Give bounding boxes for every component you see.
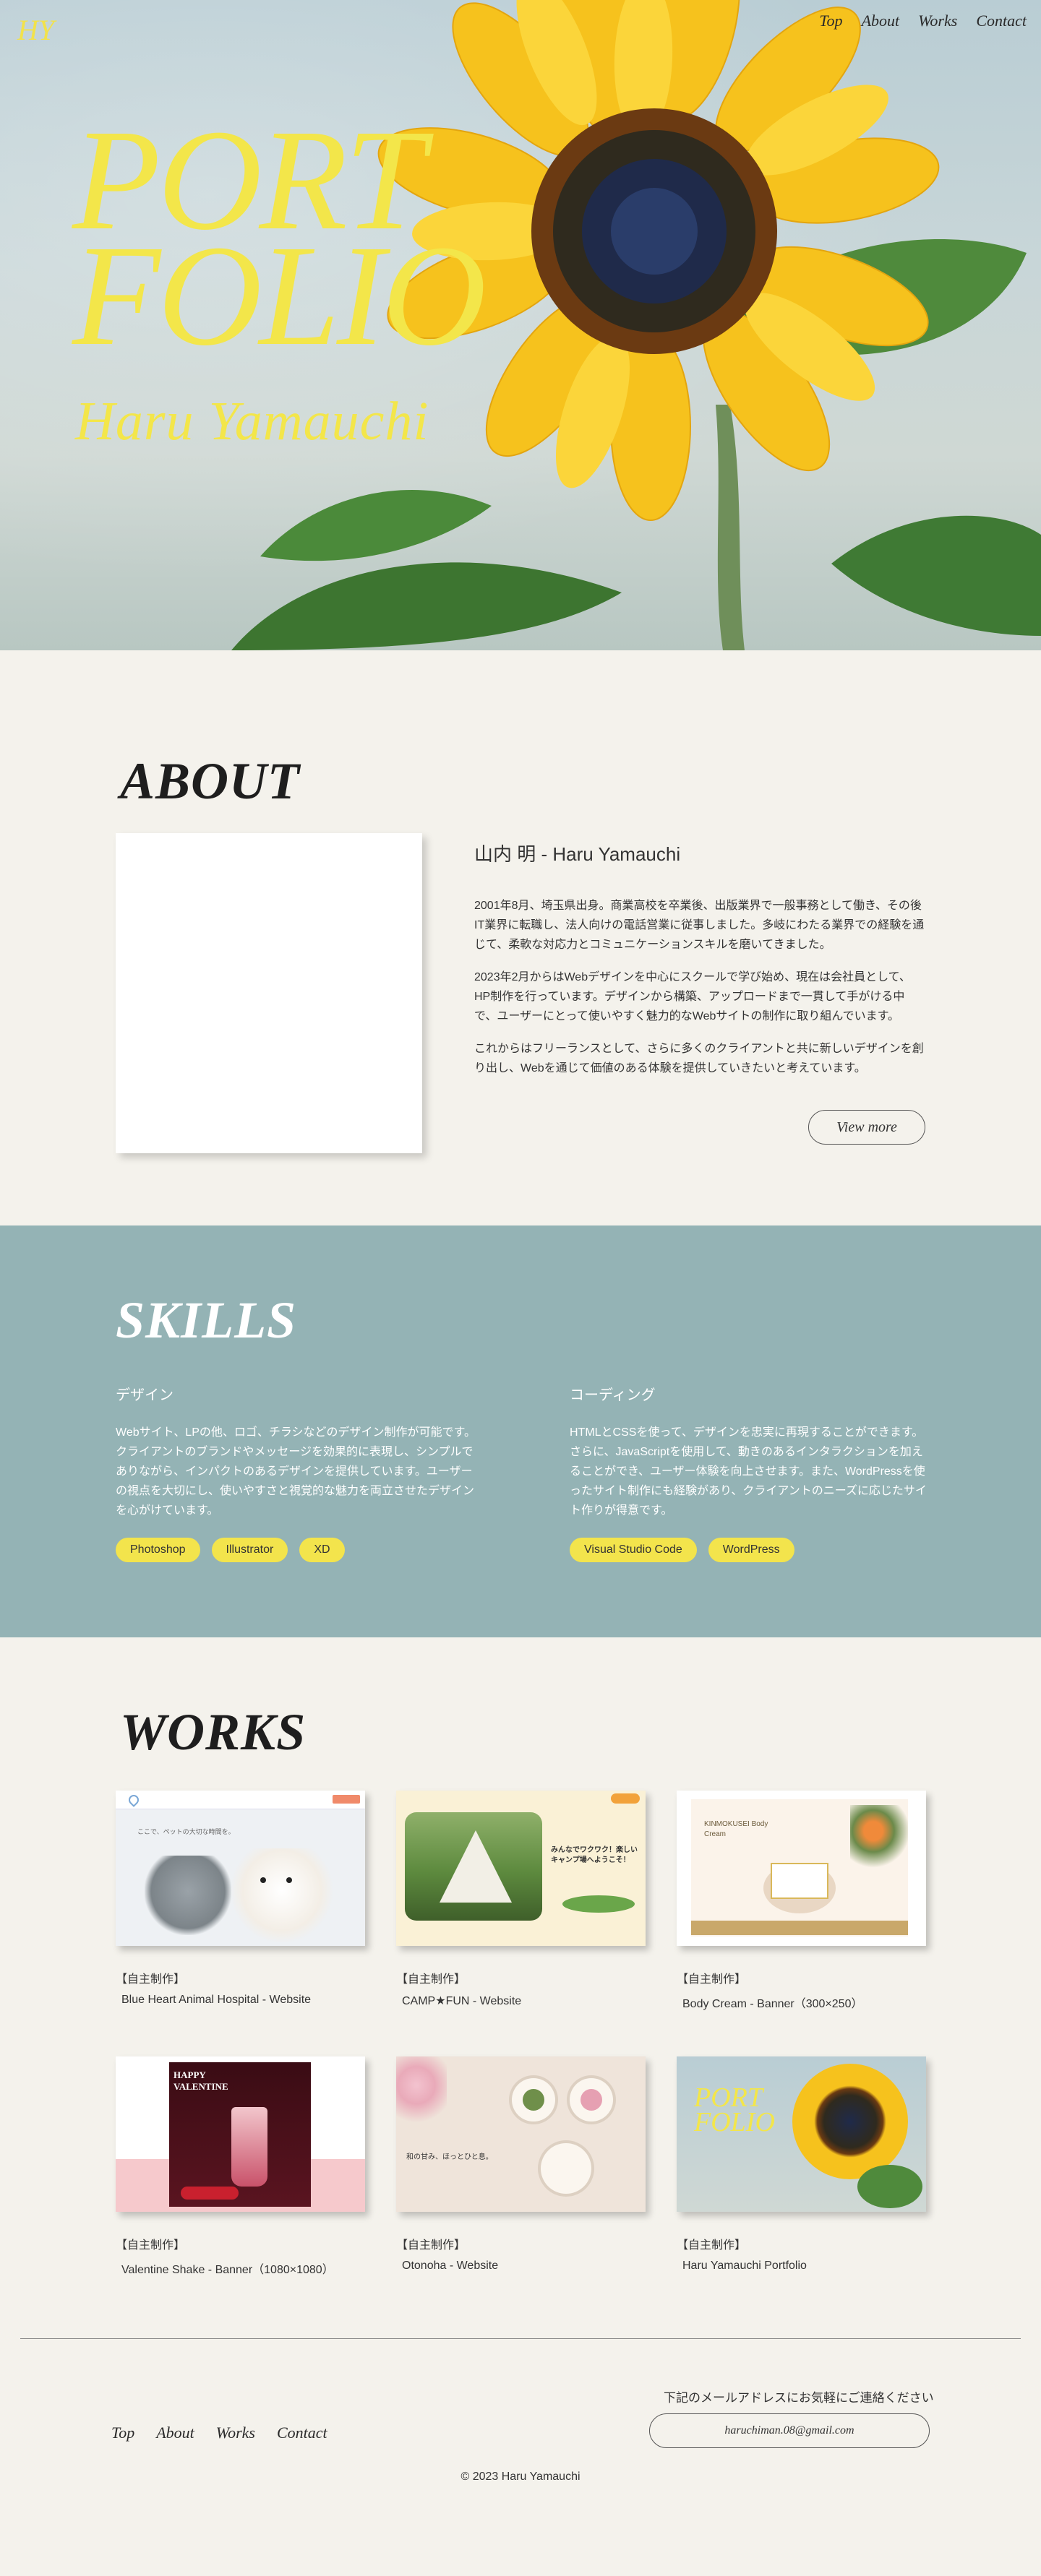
thumb-caption: PORT FOLIO — [694, 2082, 775, 2137]
work-thumbnail[interactable]: KINMOKUSEI Body Cream — [677, 1791, 926, 1946]
thumb-caption: みんなでワクワク！楽しいキャンプ場へようこそ！ — [551, 1846, 638, 1864]
work-thumbnail[interactable]: ここで、ペットの大切な時間を。 — [116, 1791, 365, 1946]
work-tag: 【自主制作】 — [677, 2239, 747, 2252]
thumb-caption: 和の甘み、ほっとひと息。 — [406, 2153, 493, 2161]
view-more-button[interactable]: View more — [808, 1110, 925, 1145]
footer-link-top[interactable]: Top — [111, 2424, 134, 2442]
work-tag: 【自主制作】 — [116, 1973, 186, 1986]
work-card-camp-fun[interactable]: みんなでワクワク！楽しいキャンプ場へようこそ！ 【自主制作】 CAMP★FUN … — [396, 1791, 646, 2008]
skill-column-coding: コーディング HTMLとCSSを使って、デザインを忠実に再現することができます。… — [570, 1383, 931, 1562]
skill-tag: Photoshop — [116, 1538, 200, 1562]
profile-bio: 2001年8月、埼玉県出身。商業高校を卒業後、出版業界で一般事務として働き、その… — [474, 896, 925, 1091]
work-tag: 【自主制作】 — [677, 1973, 747, 1986]
skill-column-design: デザイン Webサイト、LPの他、ロゴ、チラシなどのデザイン制作が可能です。クラ… — [116, 1383, 477, 1562]
works-section: WORKS ここで、ペットの大切な時間を。 【自主制作】 Blue Heart … — [0, 1637, 1041, 2338]
copyright: © 2023 Haru Yamauchi — [460, 2471, 581, 2483]
bio-paragraph: 2023年2月からはWebデザインを中心にスクールで学び始め、現在は会社員として… — [474, 971, 911, 1022]
works-title: WORKS — [120, 1703, 307, 1761]
footer-divider — [20, 2338, 1021, 2339]
hero-title-line-2: FOLIO — [72, 216, 487, 376]
profile-name: 山内 明 - Haru Yamauchi — [474, 843, 681, 865]
contact-label: 下記のメールアドレスにお気軽にご連絡ください — [664, 2391, 934, 2405]
site-logo[interactable]: HY — [17, 13, 54, 47]
skill-description: Webサイト、LPの他、ロゴ、チラシなどのデザイン制作が可能です。クライアントの… — [116, 1426, 476, 1517]
hero-name: Haru Yamauchi — [75, 391, 429, 452]
nav-link-top[interactable]: Top — [819, 12, 842, 30]
work-thumbnail[interactable]: PORT FOLIO — [677, 2056, 926, 2212]
header-nav: Top About Works Contact — [819, 12, 1027, 30]
work-thumbnail[interactable]: みんなでワクワク！楽しいキャンプ場へようこそ！ — [396, 1791, 646, 1946]
skills-section: SKILLS デザイン Webサイト、LPの他、ロゴ、チラシなどのデザイン制作が… — [0, 1225, 1041, 1637]
work-card-valentine-shake[interactable]: HAPPY VALENTINE 【自主制作】 Valentine Shake -… — [116, 2056, 365, 2277]
nav-link-works[interactable]: Works — [918, 12, 957, 30]
skill-tags: Photoshop Illustrator XD — [116, 1538, 477, 1562]
work-title: Otonoha - Website — [402, 2260, 499, 2272]
work-tag: 【自主制作】 — [396, 1973, 466, 1986]
thumb-caption: HAPPY VALENTINE — [174, 2069, 228, 2092]
skill-tag: XD — [299, 1538, 345, 1562]
work-card-animal-hospital[interactable]: ここで、ペットの大切な時間を。 【自主制作】 Blue Heart Animal… — [116, 1791, 365, 2007]
about-section: ABOUT 山内 明 - Haru Yamauchi 2001年8月、埼玉県出身… — [0, 650, 1041, 1225]
email-button[interactable]: haruchiman.08@gmail.com — [649, 2413, 930, 2448]
work-thumbnail[interactable]: 和の甘み、ほっとひと息。 — [396, 2056, 646, 2212]
work-title: CAMP★FUN - Website — [402, 1995, 522, 2007]
work-card-otonoha[interactable]: 和の甘み、ほっとひと息。 【自主制作】 Otonoha - Website — [396, 2056, 646, 2273]
profile-photo — [116, 833, 422, 1153]
thumb-caption: ここで、ペットの大切な時間を。 — [137, 1828, 235, 1835]
about-title: ABOUT — [120, 752, 301, 810]
work-title: Haru Yamauchi Portfolio — [682, 2260, 807, 2272]
work-thumbnail[interactable]: HAPPY VALENTINE — [116, 2056, 365, 2212]
skill-description: HTMLとCSSを使って、デザインを忠実に再現することができます。さらに、Jav… — [570, 1426, 927, 1517]
skill-tag: WordPress — [708, 1538, 794, 1562]
work-card-body-cream[interactable]: KINMOKUSEI Body Cream 【自主制作】 Body Cream … — [677, 1791, 926, 2011]
bio-paragraph: 2001年8月、埼玉県出身。商業高校を卒業後、出版業界で一般事務として働き、その… — [474, 900, 925, 951]
skill-heading: コーディング — [570, 1387, 656, 1403]
nav-link-about[interactable]: About — [862, 12, 900, 30]
footer-link-works[interactable]: Works — [216, 2424, 255, 2442]
hero-title: PORT FOLIO — [72, 108, 487, 376]
footer-link-contact[interactable]: Contact — [277, 2424, 327, 2442]
hero-section: HY Top About Works Contact PORT FOLIO Ha… — [0, 0, 1041, 650]
skills-title: SKILLS — [116, 1291, 297, 1349]
work-title: Body Cream - Banner（300×250） — [682, 1998, 863, 2010]
footer-link-about[interactable]: About — [156, 2424, 194, 2442]
bio-paragraph: これからはフリーランスとして、さらに多くのクライアントと共に新しいデザインを創り… — [474, 1043, 924, 1074]
skill-tags: Visual Studio Code WordPress — [570, 1538, 931, 1562]
skill-tag: Visual Studio Code — [570, 1538, 697, 1562]
work-title: Valentine Shake - Banner（1080×1080） — [121, 2264, 334, 2276]
site-footer: Top About Works Contact 下記のメールアドレスにお気軽にご… — [0, 2338, 1041, 2576]
work-tag: 【自主制作】 — [396, 2239, 466, 2252]
work-card-portfolio[interactable]: PORT FOLIO 【自主制作】 Haru Yamauchi Portfoli… — [677, 2056, 926, 2273]
work-title: Blue Heart Animal Hospital - Website — [121, 1994, 312, 2006]
footer-nav: Top About Works Contact — [111, 2424, 327, 2442]
skill-tag: Illustrator — [211, 1538, 288, 1562]
skill-heading: デザイン — [116, 1387, 174, 1403]
thumb-caption: KINMOKUSEI Body Cream — [704, 1820, 768, 1838]
work-tag: 【自主制作】 — [116, 2239, 186, 2252]
nav-link-contact[interactable]: Contact — [976, 12, 1027, 30]
